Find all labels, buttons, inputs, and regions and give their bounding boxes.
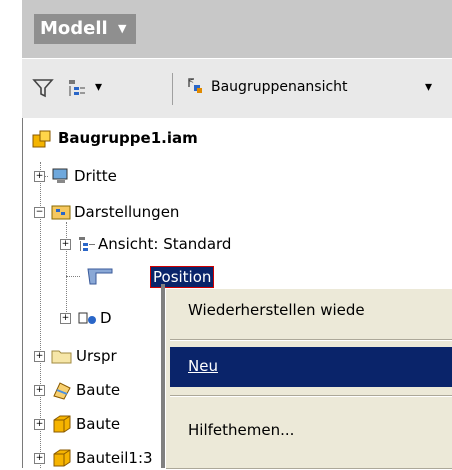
menu-separator [170, 395, 452, 397]
browser-toolbar: ▾ < Baugruppenansicht ▾ [22, 58, 452, 119]
tree-root-label: Baugruppe1.iam [58, 129, 198, 147]
monitor-icon [51, 167, 71, 185]
menu-item-label: Hilfethemen... [188, 421, 295, 439]
expand-icon[interactable]: + [34, 419, 45, 430]
expand-icon[interactable]: + [34, 385, 45, 396]
tree-item-label: Position [150, 266, 215, 288]
filter-icon[interactable] [32, 77, 54, 99]
folder-icon [51, 347, 73, 365]
level-of-detail-icon [78, 309, 98, 327]
expand-icon[interactable]: + [34, 453, 45, 464]
chevron-down-icon: ▼ [118, 22, 127, 35]
context-menu: Wiederherstellen wiede Neu Hilfethemen..… [165, 288, 452, 469]
expand-icon[interactable]: + [34, 171, 45, 182]
tree-connector [66, 222, 67, 324]
flexible-part-icon [51, 380, 73, 400]
representations-folder-icon [51, 203, 71, 221]
toolbar-separator [172, 73, 173, 105]
panel-header: Modell ▼ [22, 0, 452, 58]
part-icon [51, 414, 73, 434]
expand-icon[interactable]: + [60, 313, 71, 324]
tree-border [22, 118, 23, 468]
chevron-down-icon[interactable]: ▾ [95, 79, 102, 95]
menu-separator [170, 339, 452, 341]
panel-title-dropdown[interactable]: Modell ▼ [34, 14, 137, 44]
tree-item-label: Dritte [74, 167, 117, 185]
expand-icon[interactable]: + [60, 239, 71, 250]
tree-view-icon[interactable] [66, 77, 88, 99]
position-rep-icon [86, 266, 116, 286]
assembly-view-button[interactable]: Baugruppenansicht [211, 79, 348, 95]
expand-icon[interactable]: + [34, 351, 45, 362]
menu-item-label: Wiederherstellen wiede [188, 301, 365, 319]
tree-item-label: Bauteil1:3 [76, 449, 153, 467]
view-rep-icon [77, 235, 97, 253]
tree-item-label: Baute [76, 415, 121, 433]
tree-item-label: Baute [76, 381, 121, 399]
collapse-icon[interactable]: − [34, 207, 45, 218]
tree-item-label: Darstellungen [74, 203, 180, 221]
tree-item-label: D [100, 309, 112, 327]
menu-item-label: Neu [188, 357, 218, 375]
panel-title: Modell [40, 18, 108, 39]
menu-item-help[interactable]: Hilfethemen... [188, 421, 294, 439]
assembly-icon [32, 129, 54, 149]
chevron-down-icon[interactable]: ▾ [425, 79, 432, 95]
part-icon [51, 448, 73, 468]
assembly-view-icon: < [185, 75, 209, 97]
tree-connector [66, 276, 80, 277]
tree-item-label: Ansicht: Standard [98, 235, 232, 253]
svg-text:<: < [188, 77, 194, 85]
menu-item-new[interactable]: Neu [170, 347, 452, 387]
tree-item-label: Urspr [76, 347, 117, 365]
menu-item-restore[interactable]: Wiederherstellen wiede [188, 301, 365, 319]
